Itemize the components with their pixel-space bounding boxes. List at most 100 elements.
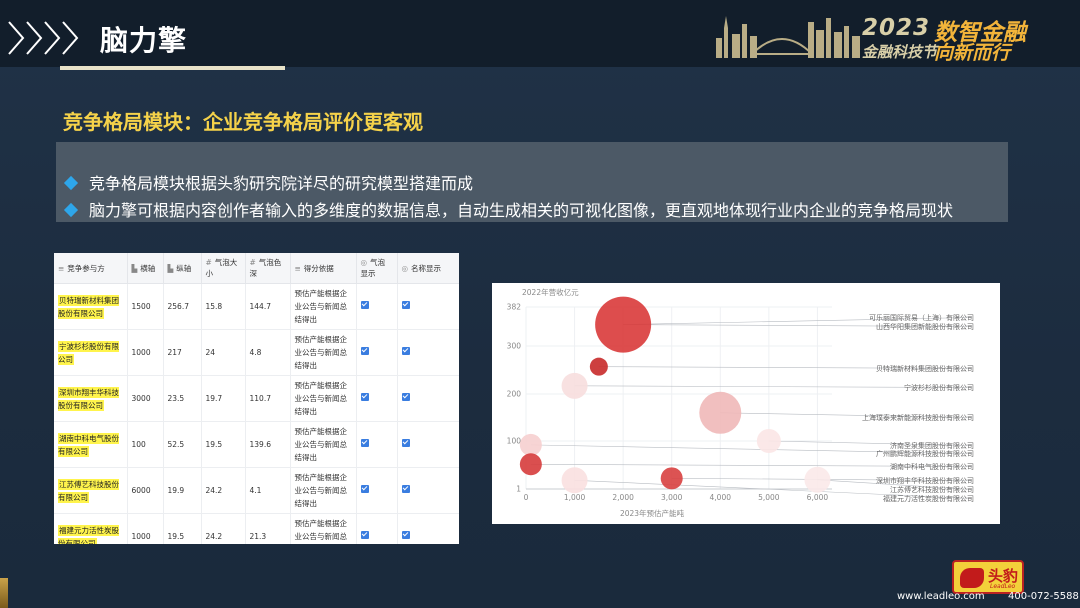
- table-row[interactable]: 福建元力活性炭股份有限公司 1000 19.5 24.2 21.3 预估产能根据企业公告与…: [54, 513, 459, 544]
- bubble-point[interactable]: [519, 453, 542, 476]
- name-visible-checkbox[interactable]: [401, 531, 410, 539]
- bubble-depth-cell[interactable]: 110.7: [245, 375, 291, 422]
- x-tick-label: 5,000: [758, 493, 780, 502]
- name-visible-checkbox[interactable]: [401, 439, 410, 447]
- cell-text: 110.7: [249, 394, 271, 403]
- column-header[interactable]: ◎ 名称显示: [397, 253, 459, 284]
- bubble-point[interactable]: [595, 296, 652, 353]
- bubble-visible-checkbox-cell: [356, 375, 398, 422]
- x-tick-label: 3,000: [661, 493, 683, 502]
- x-axis-cell[interactable]: 100: [127, 421, 164, 468]
- x-tick-label: 4,000: [710, 493, 732, 502]
- bubble-visible-checkbox[interactable]: [360, 301, 369, 309]
- name-visible-checkbox[interactable]: [401, 347, 410, 355]
- y-axis-cell[interactable]: 217: [163, 329, 202, 376]
- name-visible-checkbox[interactable]: [401, 485, 410, 493]
- chevron-right-icon: [44, 21, 61, 55]
- basis-cell[interactable]: 预估产能根据企业公告与新闻总结得出: [290, 513, 357, 544]
- x-axis-cell[interactable]: 1000: [127, 513, 164, 544]
- bubble-depth-cell[interactable]: 4.8: [245, 329, 291, 376]
- x-axis-cell[interactable]: 3000: [127, 375, 164, 422]
- company-cell[interactable]: 宁波杉杉股份有限公司: [54, 329, 128, 376]
- checkbox-field-icon: ◎: [360, 258, 368, 267]
- bubble-size-cell[interactable]: 15.8: [201, 283, 246, 330]
- bubble-visible-checkbox[interactable]: [360, 485, 369, 493]
- column-header[interactable]: # 气泡色深: [245, 253, 291, 284]
- bubble-depth-cell[interactable]: 139.6: [245, 421, 291, 468]
- bubble-point[interactable]: [756, 429, 781, 453]
- x-tick-label: 0: [524, 493, 529, 502]
- column-header[interactable]: ≡ 竞争参与方: [54, 253, 128, 284]
- bubble-visible-checkbox-cell: [356, 467, 398, 514]
- bubble-size-cell[interactable]: 24.2: [201, 467, 246, 514]
- x-axis-cell[interactable]: 6000: [127, 467, 164, 514]
- x-tick-label: 2,000: [612, 493, 634, 502]
- x-tick-label: 6,000: [807, 493, 829, 502]
- name-visible-checkbox[interactable]: [401, 301, 410, 309]
- cell-text: 3000: [131, 394, 151, 403]
- company-cell[interactable]: 江苏傅艺科技股份有限公司: [54, 467, 128, 514]
- column-header[interactable]: ▙ 纵轴: [163, 253, 202, 284]
- table-row[interactable]: 湖南中科电气股份有限公司 100 52.5 19.5 139.6 预估产能根据企业公告与新…: [54, 421, 459, 468]
- bubble-point[interactable]: [561, 467, 588, 494]
- column-header[interactable]: ≡ 得分依据: [290, 253, 357, 284]
- bubble-visible-checkbox[interactable]: [360, 347, 369, 355]
- bubble-size-cell[interactable]: 24.2: [201, 513, 246, 544]
- cell-text: 24: [205, 348, 216, 357]
- bubble-point[interactable]: [804, 466, 831, 493]
- basis-cell[interactable]: 预估产能根据企业公告与新闻总结得出: [290, 467, 357, 514]
- bubble-visible-checkbox[interactable]: [360, 531, 369, 539]
- title-underline: [60, 66, 285, 70]
- table-row[interactable]: 深圳市翔丰华科技股份有限公司 3000 23.5 19.7 110.7 预估产能根据企业公…: [54, 375, 459, 422]
- name-visible-checkbox-cell: [397, 329, 459, 376]
- y-axis-cell[interactable]: 256.7: [163, 283, 202, 330]
- company-cell[interactable]: 贝特瑞新材料集团股份有限公司: [54, 283, 128, 330]
- footer-url[interactable]: www.leadleo.com: [897, 591, 985, 602]
- company-cell[interactable]: 福建元力活性炭股份有限公司: [54, 513, 128, 544]
- table-row[interactable]: 宁波杉杉股份有限公司 1000 217 24 4.8 预估产能根据企业公告与新闻总结得出: [54, 329, 459, 376]
- cell-text: 19.5: [205, 440, 223, 449]
- bubble-depth-cell[interactable]: 4.1: [245, 467, 291, 514]
- bubble-size-cell[interactable]: 19.7: [201, 375, 246, 422]
- x-axis-cell[interactable]: 1500: [127, 283, 164, 330]
- y-axis-cell[interactable]: 19.9: [163, 467, 202, 514]
- bubble-point[interactable]: [699, 391, 742, 434]
- bubble-size-cell[interactable]: 24: [201, 329, 246, 376]
- bubble-label: 深圳市翔丰华科技股份有限公司: [876, 476, 974, 485]
- basis-cell[interactable]: 预估产能根据企业公告与新闻总结得出: [290, 375, 357, 422]
- cell-text: 4.8: [249, 348, 262, 357]
- company-cell[interactable]: 深圳市翔丰华科技股份有限公司: [54, 375, 128, 422]
- basis-cell[interactable]: 预估产能根据企业公告与新闻总结得出: [290, 421, 357, 468]
- bubble-label: 福建元力活性炭股份有限公司: [883, 494, 974, 503]
- bubble-point[interactable]: [519, 433, 542, 456]
- number-field-icon: ▙: [167, 263, 174, 273]
- bubble-depth-cell[interactable]: 144.7: [245, 283, 291, 330]
- y-axis-cell[interactable]: 19.5: [163, 513, 202, 544]
- x-axis-cell[interactable]: 1000: [127, 329, 164, 376]
- column-header[interactable]: ▙ 横轴: [127, 253, 164, 284]
- table-row[interactable]: 贝特瑞新材料集团股份有限公司 1500 256.7 15.8 144.7 预估产能根据企业…: [54, 283, 459, 330]
- bubble-point[interactable]: [589, 357, 608, 376]
- basis-cell[interactable]: 预估产能根据企业公告与新闻总结得出: [290, 283, 357, 330]
- cell-text: 预估产能根据企业公告与新闻总结得出: [294, 519, 348, 541]
- cell-text: 15.8: [205, 302, 223, 311]
- bubble-visible-checkbox[interactable]: [360, 439, 369, 447]
- y-axis-cell[interactable]: 23.5: [163, 375, 202, 422]
- bubble-label: 贝特瑞新材料集团股份有限公司: [876, 364, 974, 373]
- basis-cell[interactable]: 预估产能根据企业公告与新闻总结得出: [290, 329, 357, 376]
- brand-slogan-bottom: 向新而行: [934, 42, 1011, 64]
- bubble-depth-cell[interactable]: 21.3: [245, 513, 291, 544]
- bubble-size-cell[interactable]: 19.5: [201, 421, 246, 468]
- y-tick-label: 200: [507, 390, 522, 399]
- y-tick-label: 100: [507, 437, 522, 446]
- bubble-point[interactable]: [561, 372, 588, 399]
- bubble-visible-checkbox[interactable]: [360, 393, 369, 401]
- name-visible-checkbox[interactable]: [401, 393, 410, 401]
- company-cell[interactable]: 湖南中科电气股份有限公司: [54, 421, 128, 468]
- y-axis-cell[interactable]: 52.5: [163, 421, 202, 468]
- cell-text: 256.7: [167, 302, 189, 311]
- column-header[interactable]: ◎ 气泡显示: [356, 253, 398, 284]
- column-header[interactable]: # 气泡大小: [201, 253, 246, 284]
- bubble-point[interactable]: [660, 467, 683, 490]
- table-row[interactable]: 江苏傅艺科技股份有限公司 6000 19.9 24.2 4.1 预估产能根据企业公告与新闻…: [54, 467, 459, 514]
